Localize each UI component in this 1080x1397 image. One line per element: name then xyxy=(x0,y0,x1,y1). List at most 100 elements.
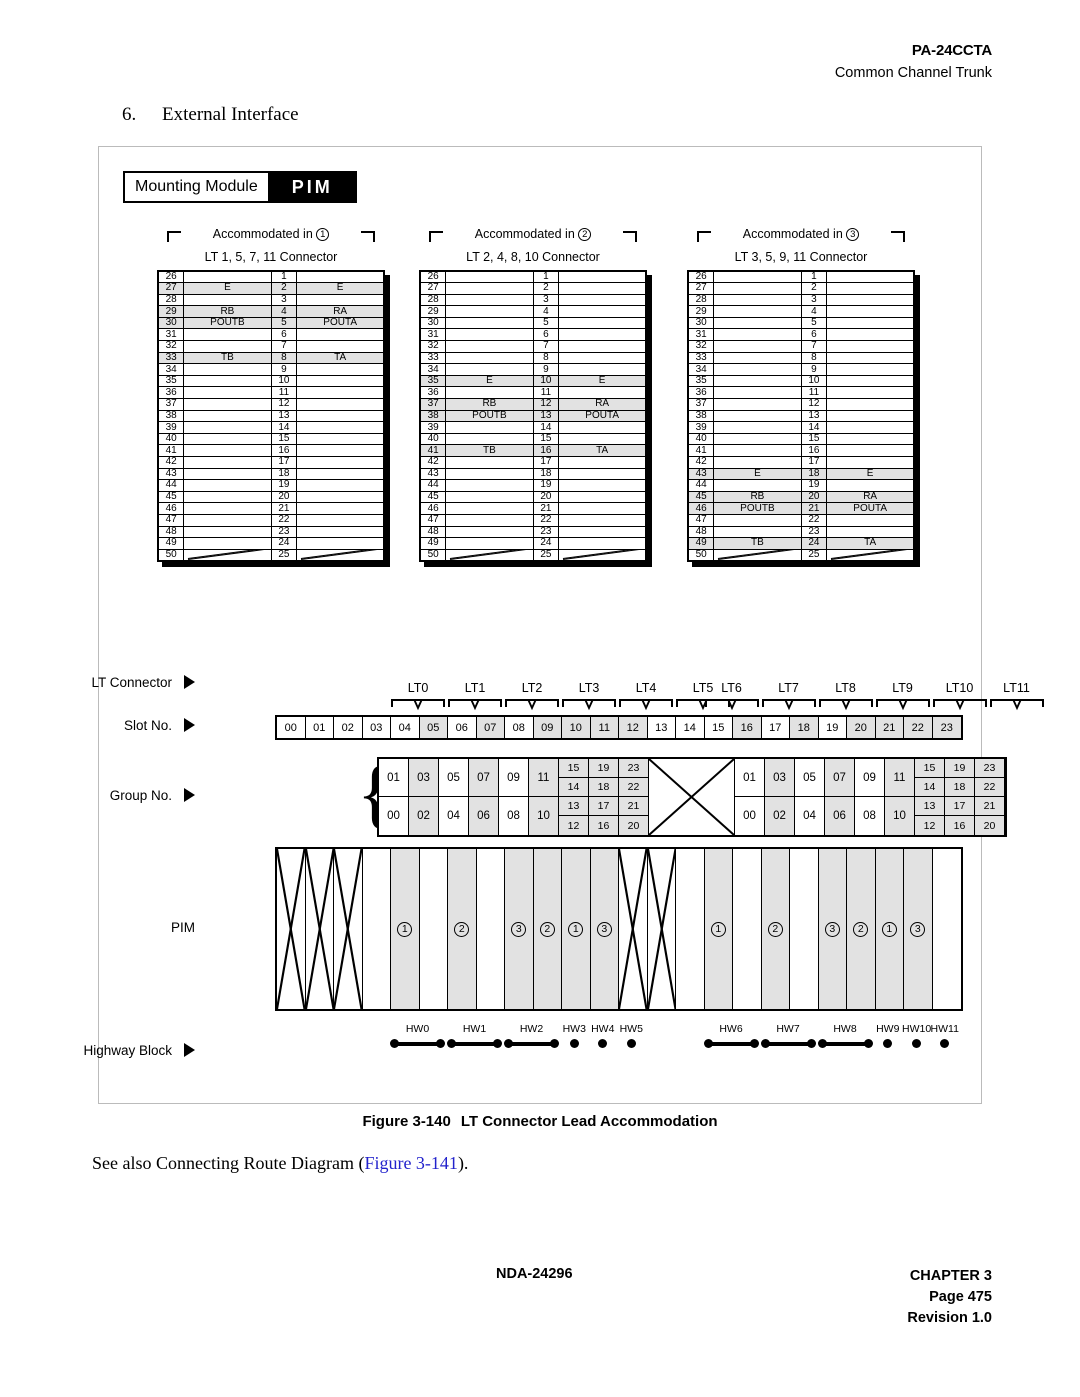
group-quad-column[interactable]: 15 14 13 12 xyxy=(915,759,945,835)
pim-cell-20[interactable]: 2 xyxy=(847,849,876,1009)
pim-cell-16[interactable] xyxy=(733,849,762,1009)
pin-label-a xyxy=(296,525,385,539)
pin-number-b: 48 xyxy=(419,525,447,539)
highway-hw7[interactable]: HW7 xyxy=(760,1023,817,1051)
pim-cell-3[interactable] xyxy=(362,849,391,1009)
pim-cell-22[interactable]: 3 xyxy=(904,849,933,1009)
slot-cell-00[interactable]: 00 xyxy=(277,717,306,738)
figure-3-141-link[interactable]: Figure 3-141 xyxy=(364,1153,458,1173)
group-pair-column[interactable]: 09 08 xyxy=(499,759,529,835)
highway-hw5[interactable]: HW5 xyxy=(617,1023,646,1051)
group-quad-column[interactable]: 15 14 13 12 xyxy=(559,759,589,835)
slot-cell-02[interactable]: 02 xyxy=(334,717,363,738)
highway-label: HW11 xyxy=(930,1023,959,1035)
slot-cell-08[interactable]: 08 xyxy=(505,717,534,738)
pin-label-a xyxy=(826,421,915,434)
pim-cell-8[interactable]: 3 xyxy=(505,849,534,1009)
highway-hw9[interactable]: HW9 xyxy=(874,1023,903,1051)
pim-cell-23[interactable] xyxy=(932,849,961,1009)
slot-cell-17[interactable]: 17 xyxy=(761,717,790,738)
pin-number-a: 21 xyxy=(270,502,298,515)
dumbbell-icon xyxy=(703,1037,760,1051)
highway-hw3[interactable]: HW3 xyxy=(560,1023,589,1051)
slot-cell-23[interactable]: 23 xyxy=(932,717,961,738)
group-pair-column[interactable]: 07 06 xyxy=(469,759,499,835)
group-pair-column[interactable]: 05 04 xyxy=(795,759,825,835)
slot-cell-07[interactable]: 07 xyxy=(476,717,505,738)
slot-cell-16[interactable]: 16 xyxy=(733,717,762,738)
pin-label-b xyxy=(713,328,802,342)
pim-cell-10[interactable]: 1 xyxy=(562,849,591,1009)
group-quad-column[interactable]: 23 22 21 20 xyxy=(619,759,649,835)
row-label-lt-connector-text: LT Connector xyxy=(91,675,172,690)
group-cell: 17 xyxy=(589,797,618,816)
slot-cell-20[interactable]: 20 xyxy=(847,717,876,738)
highway-hw1[interactable]: HW1 xyxy=(446,1023,503,1051)
pin-number-a: 20 xyxy=(532,490,560,504)
pin-label-a xyxy=(296,328,385,342)
group-quad-column[interactable]: 23 22 21 20 xyxy=(975,759,1005,835)
group-pair-column[interactable]: 11 10 xyxy=(885,759,915,835)
pim-cell-12[interactable] xyxy=(619,849,648,1009)
slot-cell-22[interactable]: 22 xyxy=(904,717,933,738)
slot-cell-14[interactable]: 14 xyxy=(676,717,705,738)
highway-hw0[interactable]: HW0 xyxy=(389,1023,446,1051)
pin-row: 49 24 xyxy=(419,537,647,550)
pim-cell-18[interactable] xyxy=(790,849,819,1009)
slot-cell-18[interactable]: 18 xyxy=(790,717,819,738)
pim-cell-1[interactable] xyxy=(305,849,334,1009)
pim-cell-4[interactable]: 1 xyxy=(391,849,420,1009)
pin-number-b: 31 xyxy=(687,328,715,342)
pim-cell-9[interactable]: 2 xyxy=(533,849,562,1009)
highway-hw11[interactable]: HW11 xyxy=(931,1023,960,1051)
pin-label-a xyxy=(558,490,647,504)
group-pair-column[interactable]: 03 02 xyxy=(409,759,439,835)
pin-label-b xyxy=(445,386,534,400)
group-pair-column[interactable]: 03 02 xyxy=(765,759,795,835)
pin-label-b xyxy=(183,456,272,469)
slot-cell-13[interactable]: 13 xyxy=(647,717,676,738)
highway-hw10[interactable]: HW10 xyxy=(902,1023,931,1051)
pin-number-b: 42 xyxy=(419,456,447,469)
slot-cell-06[interactable]: 06 xyxy=(448,717,477,738)
highway-hw6[interactable]: HW6 xyxy=(703,1023,760,1051)
group-pair-column[interactable]: 05 04 xyxy=(439,759,469,835)
group-pair-column[interactable]: 09 08 xyxy=(855,759,885,835)
pim-cell-11[interactable]: 3 xyxy=(590,849,619,1009)
pim-cell-19[interactable]: 3 xyxy=(818,849,847,1009)
lt-bracket-lt0: LT0 xyxy=(391,681,445,715)
pim-cell-5[interactable] xyxy=(419,849,448,1009)
pin-label-a xyxy=(826,363,915,376)
pim-cell-2[interactable] xyxy=(334,849,363,1009)
highway-hw4[interactable]: HW4 xyxy=(589,1023,618,1051)
slot-cell-10[interactable]: 10 xyxy=(562,717,591,738)
slot-cell-05[interactable]: 05 xyxy=(419,717,448,738)
slot-cell-09[interactable]: 09 xyxy=(533,717,562,738)
slot-cell-04[interactable]: 04 xyxy=(391,717,420,738)
slot-cell-03[interactable]: 03 xyxy=(362,717,391,738)
highway-hw2[interactable]: HW2 xyxy=(503,1023,560,1051)
group-quad-column[interactable]: 19 18 17 16 xyxy=(589,759,619,835)
pim-cell-7[interactable] xyxy=(476,849,505,1009)
pim-cell-0[interactable] xyxy=(277,849,306,1009)
highway-hw8[interactable]: HW8 xyxy=(817,1023,874,1051)
pim-cell-13[interactable] xyxy=(647,849,676,1009)
slot-cell-15[interactable]: 15 xyxy=(704,717,733,738)
group-pair-column[interactable]: 11 10 xyxy=(529,759,559,835)
pim-cell-21[interactable]: 1 xyxy=(875,849,904,1009)
group-quad-column[interactable]: 19 18 17 16 xyxy=(945,759,975,835)
slot-cell-19[interactable]: 19 xyxy=(818,717,847,738)
slot-cell-11[interactable]: 11 xyxy=(590,717,619,738)
pin-row: 43 18 xyxy=(157,467,385,481)
pim-cell-17[interactable]: 2 xyxy=(761,849,790,1009)
pin-label-b xyxy=(445,513,534,527)
group-pair-column[interactable]: 07 06 xyxy=(825,759,855,835)
pim-cell-15[interactable]: 1 xyxy=(704,849,733,1009)
pim-cell-14[interactable] xyxy=(676,849,705,1009)
group-pair-column[interactable]: 01 00 xyxy=(735,759,765,835)
group-pair-column[interactable]: 01 00 xyxy=(379,759,409,835)
slot-cell-01[interactable]: 01 xyxy=(305,717,334,738)
slot-cell-21[interactable]: 21 xyxy=(875,717,904,738)
pim-cell-6[interactable]: 2 xyxy=(448,849,477,1009)
slot-cell-12[interactable]: 12 xyxy=(619,717,648,738)
